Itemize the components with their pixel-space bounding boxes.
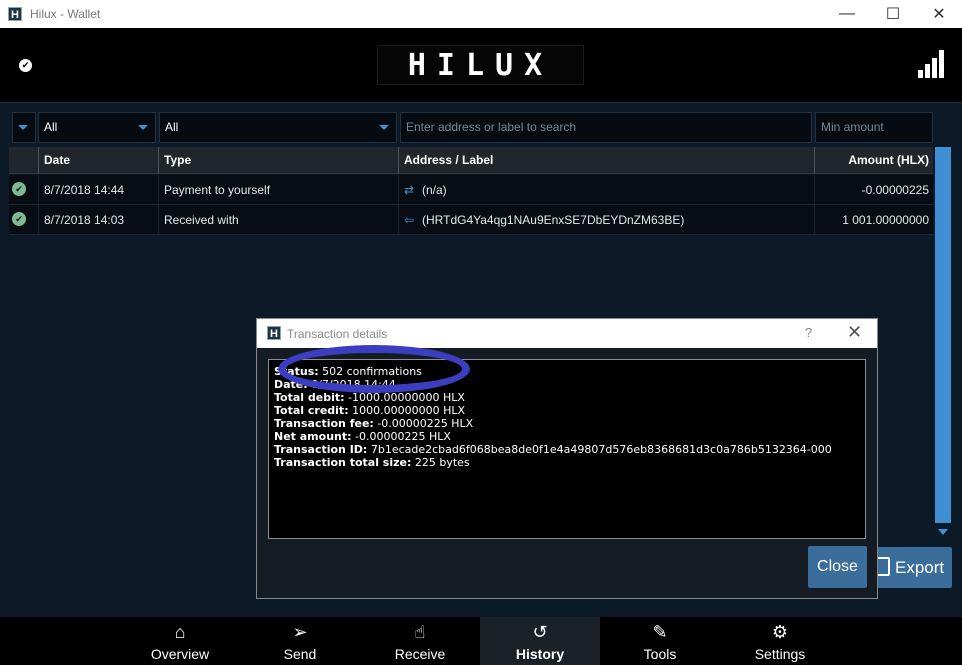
chevron-down-icon	[379, 125, 389, 130]
app-icon: H	[267, 326, 281, 340]
row-type: Received with	[158, 205, 398, 235]
table-scrollbar[interactable]	[935, 147, 951, 541]
row-address-cell: ⇦ (HRTdG4Ya4qg1NAu9EnxSE7DbEYDnZM63BE)	[398, 205, 814, 235]
receive-icon: ☝	[414, 622, 426, 642]
detail-line-fee: Transaction fee: -0.00000225 HLX	[274, 417, 474, 430]
receive-arrow-icon: ⇦	[404, 213, 415, 227]
history-icon: ↺	[532, 622, 548, 642]
nav-send-label: Send	[283, 646, 317, 662]
self-transfer-icon: ⇄	[404, 183, 415, 197]
chevron-down-icon	[18, 125, 28, 130]
home-icon: ⌂	[174, 622, 186, 642]
export-button[interactable]: Export	[868, 547, 952, 588]
table-header: Date Type Address / Label Amount (HLX)	[9, 147, 933, 174]
gear-icon: ⚙	[771, 622, 789, 642]
type-filter-select[interactable]: All	[159, 112, 397, 143]
highlight-annotation	[278, 345, 470, 393]
nav-receive[interactable]: ☝ Receive	[360, 617, 480, 665]
status-column-header[interactable]	[9, 147, 38, 174]
confirmed-check-icon: ✔	[12, 212, 26, 226]
nav-settings-label: Settings	[754, 646, 806, 662]
date-filter-select[interactable]: All	[38, 112, 156, 143]
maximize-button[interactable]: ☐	[870, 0, 916, 28]
address-column-header[interactable]: Address / Label	[398, 147, 814, 174]
export-label: Export	[895, 558, 945, 577]
detail-line-net: Net amount: -0.00000225 HLX	[274, 430, 451, 443]
table-row[interactable]: ✔ 8/7/2018 14:03 Received with ⇦ (HRTdG4Y…	[9, 205, 933, 235]
nav-overview[interactable]: ⌂ Overview	[120, 617, 240, 665]
wrench-icon: ✎	[652, 622, 668, 642]
nav-tools[interactable]: ✎ Tools	[600, 617, 720, 665]
nav-overview-label: Overview	[150, 646, 210, 662]
close-window-button[interactable]: ✕	[916, 0, 962, 28]
date-filter-value: All	[44, 120, 58, 134]
detail-line-txid: Transaction ID: 7b1ecade2cbad6f068bea8de…	[274, 443, 832, 456]
nav-history[interactable]: ↺ History	[480, 617, 600, 665]
send-icon: ➢	[292, 622, 308, 642]
row-date: 8/7/2018 14:44	[38, 175, 158, 205]
row-date: 8/7/2018 14:03	[38, 205, 158, 235]
close-button[interactable]: Close	[808, 546, 867, 588]
row-address: (n/a)	[422, 183, 447, 197]
row-amount: 1 001.00000000	[814, 205, 933, 235]
dialog-title: Transaction details	[287, 327, 388, 341]
scrollbar-thumb[interactable]	[935, 147, 951, 523]
export-icon	[876, 557, 890, 576]
header: ✔ HILUX	[0, 28, 962, 103]
detail-line-credit: Total credit: 1000.00000000 HLX	[274, 404, 466, 417]
minimize-button[interactable]: —	[824, 0, 870, 28]
signal-bars-icon[interactable]	[918, 50, 948, 78]
scroll-down-arrow-icon[interactable]	[938, 529, 948, 535]
address-search-input[interactable]: Enter address or label to search	[400, 112, 812, 143]
type-column-header[interactable]: Type	[158, 147, 398, 174]
chevron-down-icon	[138, 125, 148, 130]
detail-line-debit: Total debit: -1000.00000000 HLX	[274, 391, 465, 404]
row-address-cell: ⇄ (n/a)	[398, 175, 814, 205]
window-title: Hilux - Wallet	[30, 7, 101, 21]
nav-receive-label: Receive	[394, 646, 446, 662]
check-icon[interactable]: ✔	[19, 59, 32, 72]
type-filter-value: All	[165, 120, 179, 134]
help-button[interactable]: ?	[805, 325, 812, 340]
confirmed-check-icon: ✔	[12, 182, 26, 196]
row-address: (HRTdG4Ya4qg1NAu9EnxSE7DbEYDnZM63BE)	[422, 213, 685, 227]
row-type: Payment to yourself	[158, 175, 398, 205]
nav-history-label: History	[515, 646, 565, 662]
window-titlebar: H Hilux - Wallet — ☐ ✕	[0, 0, 962, 28]
hilux-logo: HILUX	[377, 45, 584, 85]
dialog-close-icon[interactable]: ✕	[847, 322, 862, 343]
watch-only-filter[interactable]	[12, 112, 36, 143]
nav-settings[interactable]: ⚙ Settings	[720, 617, 840, 665]
nav-tools-label: Tools	[643, 646, 677, 662]
detail-line-size: Transaction total size: 225 bytes	[274, 456, 470, 469]
date-column-header[interactable]: Date	[38, 147, 158, 174]
row-amount: -0.00000225	[814, 175, 933, 205]
amount-column-header[interactable]: Amount (HLX)	[814, 147, 933, 174]
nav-send[interactable]: ➢ Send	[240, 617, 360, 665]
min-amount-input[interactable]: Min amount	[815, 112, 933, 143]
dialog-titlebar: H Transaction details ? ✕	[257, 319, 877, 348]
bottom-nav: ⌂ Overview ➢ Send ☝ Receive ↺ History ✎ …	[0, 617, 962, 665]
table-row[interactable]: ✔ 8/7/2018 14:44 Payment to yourself ⇄ (n…	[9, 175, 933, 205]
app-icon: H	[8, 7, 22, 21]
